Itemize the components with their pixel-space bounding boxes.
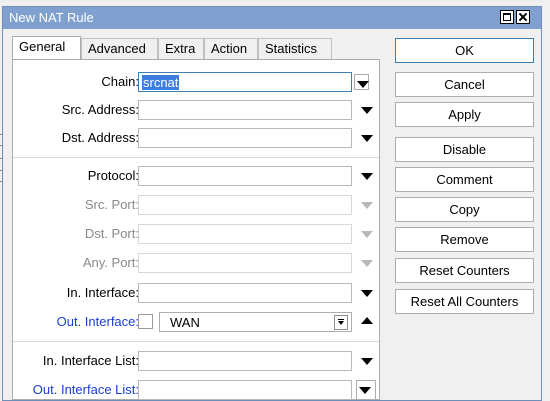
src-port-label: Src. Port: — [84, 197, 139, 212]
tab-advanced[interactable]: Advanced — [81, 38, 158, 59]
in-interface-row: In. Interface: — [13, 283, 379, 303]
out-interface-list-label[interactable]: Out. Interface List: — [33, 382, 139, 397]
src-address-row: Src. Address: — [13, 100, 379, 120]
section-divider — [13, 157, 379, 158]
out-interface-row: Out. Interface: WAN — [13, 312, 379, 332]
dst-address-input[interactable] — [138, 128, 352, 148]
protocol-row: Protocol: — [13, 166, 379, 186]
apply-button[interactable]: Apply — [395, 102, 534, 127]
src-port-expand-icon — [357, 195, 377, 215]
ok-button[interactable]: OK — [395, 38, 534, 63]
src-port-input — [138, 195, 352, 215]
out-interface-negate-checkbox[interactable] — [138, 314, 153, 329]
in-interface-list-label: In. Interface List: — [42, 353, 139, 368]
src-port-row: Src. Port: — [13, 195, 379, 215]
in-interface-list-expand-icon[interactable] — [357, 351, 377, 371]
chain-dropdown-icon[interactable] — [354, 74, 369, 90]
in-interface-list-input[interactable] — [138, 351, 352, 371]
cancel-button[interactable]: Cancel — [395, 72, 534, 97]
out-interface-list-row: Out. Interface List: — [13, 380, 379, 400]
any-port-input — [138, 253, 352, 273]
out-interface-list-input[interactable] — [138, 380, 352, 400]
out-interface-collapse-icon[interactable] — [357, 312, 377, 332]
chain-input[interactable]: srcnat — [138, 72, 352, 92]
protocol-label: Protocol: — [87, 168, 139, 183]
background-fragment — [543, 176, 550, 188]
dst-port-row: Dst. Port: — [13, 224, 379, 244]
section-divider — [13, 341, 379, 342]
dst-address-row: Dst. Address: — [13, 128, 379, 148]
remove-button[interactable]: Remove — [395, 227, 534, 252]
out-interface-value: WAN — [170, 315, 200, 330]
in-interface-input[interactable] — [138, 283, 352, 303]
in-interface-expand-icon[interactable] — [357, 283, 377, 303]
copy-button[interactable]: Copy — [395, 197, 534, 222]
dst-address-expand-icon[interactable] — [357, 128, 377, 148]
nat-rule-dialog: New NAT Rule General Advanced Extra Acti… — [2, 6, 542, 401]
reset-counters-button[interactable]: Reset Counters — [395, 258, 534, 283]
titlebar[interactable]: New NAT Rule — [3, 7, 541, 29]
disable-button[interactable]: Disable — [395, 137, 534, 162]
in-interface-label: In. Interface: — [66, 285, 139, 300]
tab-statistics[interactable]: Statistics — [258, 38, 332, 59]
protocol-input[interactable] — [138, 166, 352, 186]
src-address-expand-icon[interactable] — [357, 100, 377, 120]
close-icon[interactable] — [516, 10, 530, 24]
out-interface-select[interactable]: WAN — [159, 312, 352, 332]
tab-action[interactable]: Action — [204, 38, 258, 59]
chain-value: srcnat — [142, 75, 180, 90]
reset-all-counters-button[interactable]: Reset All Counters — [395, 289, 534, 314]
comment-button[interactable]: Comment — [395, 167, 534, 192]
tab-general[interactable]: General — [12, 36, 81, 59]
out-interface-list-expand-icon[interactable] — [356, 380, 376, 400]
out-interface-label[interactable]: Out. Interface: — [57, 314, 139, 329]
dst-port-label: Dst. Port: — [84, 226, 139, 241]
any-port-row: Any. Port: — [13, 253, 379, 273]
src-address-input[interactable] — [138, 100, 352, 120]
dst-port-input — [138, 224, 352, 244]
out-interface-dropdown-icon[interactable] — [334, 315, 348, 330]
protocol-expand-icon[interactable] — [357, 166, 377, 186]
chain-row: Chain: srcnat — [13, 72, 379, 92]
src-address-label: Src. Address: — [61, 102, 139, 117]
any-port-expand-icon — [357, 253, 377, 273]
dst-address-label: Dst. Address: — [61, 130, 139, 145]
in-interface-list-row: In. Interface List: — [13, 351, 379, 371]
any-port-label: Any. Port: — [82, 255, 139, 270]
window-title: New NAT Rule — [9, 10, 94, 25]
dst-port-expand-icon — [357, 224, 377, 244]
chain-label: Chain: — [101, 74, 139, 89]
tab-extra[interactable]: Extra — [158, 38, 204, 59]
general-panel: Chain: srcnat Src. Address: Dst. Address… — [12, 59, 380, 400]
restore-icon[interactable] — [500, 10, 514, 24]
